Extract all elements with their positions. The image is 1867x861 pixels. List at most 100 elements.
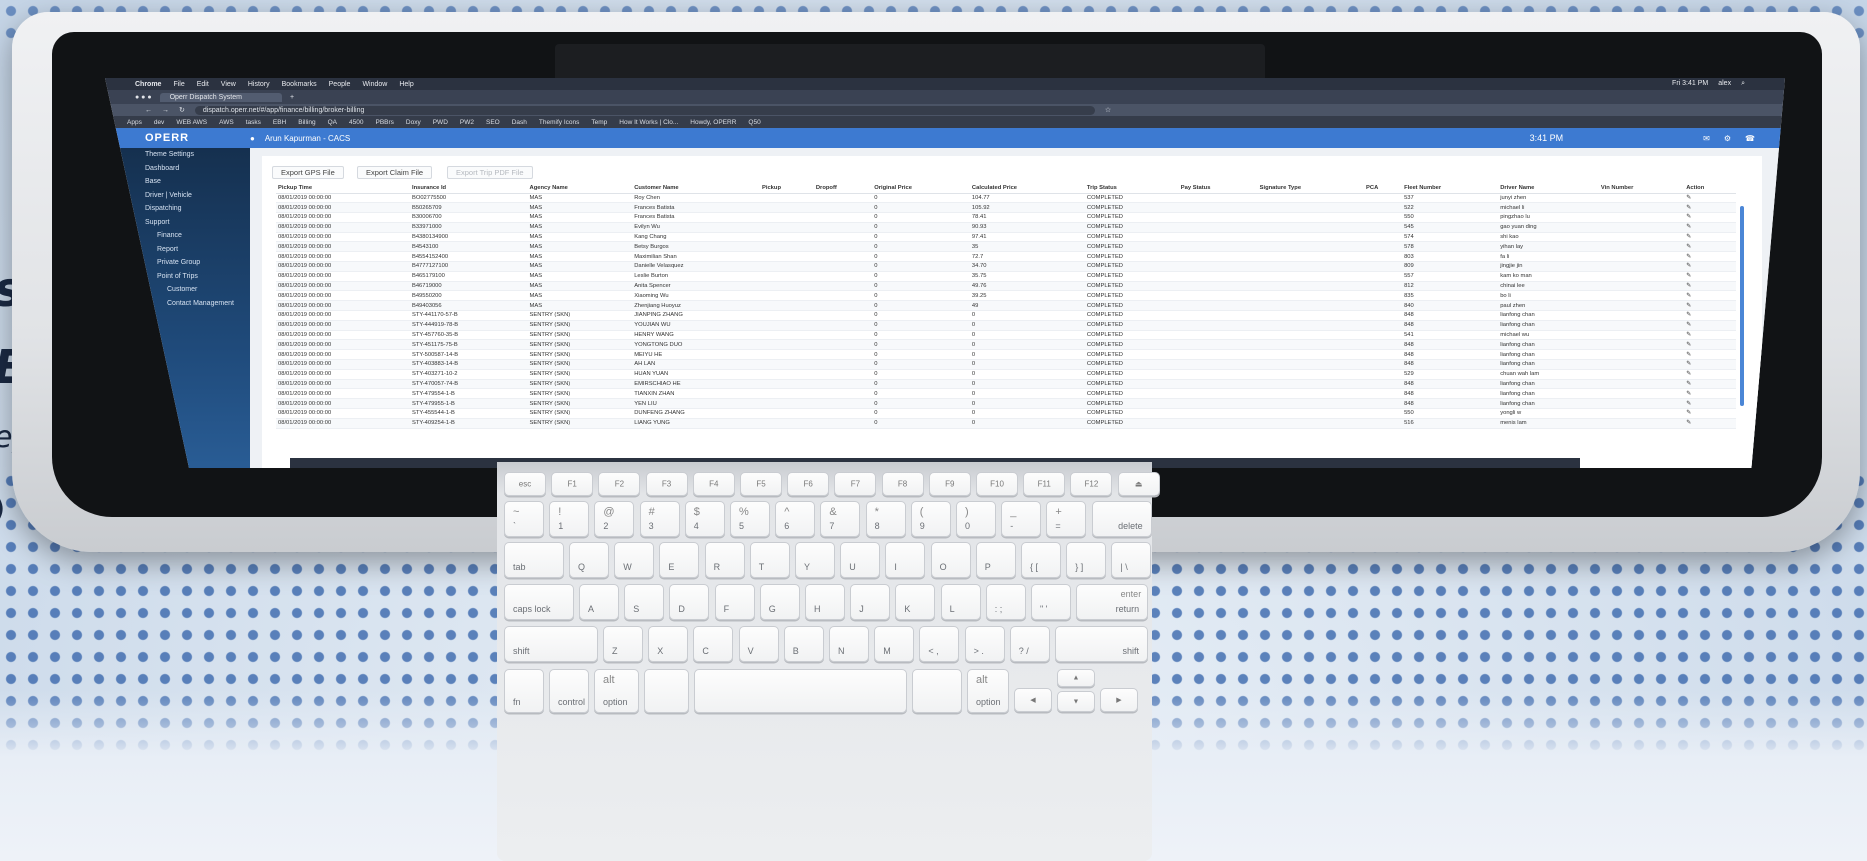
- bookmark-item[interactable]: Temp: [591, 119, 607, 126]
- sidebar-item[interactable]: Theme Settings: [105, 148, 250, 162]
- column-header[interactable]: Agency Name: [527, 184, 633, 194]
- number-key[interactable]: & 7: [820, 501, 861, 537]
- number-key[interactable]: @2: [594, 501, 635, 537]
- window-controls[interactable]: ● ● ●: [135, 94, 152, 101]
- reload-icon[interactable]: ↻: [179, 106, 185, 114]
- table-row[interactable]: 08/01/2019 00:00:00 STY-403883-14-B SENTRY…: [276, 359, 1736, 370]
- letter-key[interactable]: } ]: [1066, 542, 1107, 578]
- letter-key[interactable]: P: [975, 542, 1016, 578]
- option-left-key[interactable]: alt option: [594, 669, 639, 713]
- bookmark-item[interactable]: 4500: [349, 119, 363, 126]
- table-row[interactable]: 08/01/2019 00:00:00 BO02775500 MAS Roy Chen…: [276, 193, 1736, 204]
- browser-tab[interactable]: Operr Dispatch System: [159, 92, 282, 102]
- operr-logo[interactable]: OPERR: [105, 132, 250, 144]
- letter-key[interactable]: C: [693, 626, 734, 662]
- menu-window[interactable]: Window: [362, 81, 387, 88]
- scrollbar[interactable]: [1740, 206, 1744, 406]
- column-header[interactable]: Dropoff: [813, 184, 873, 194]
- table-row[interactable]: 08/01/2019 00:00:00 B49403056 MAS Zhenjiang…: [276, 300, 1736, 312]
- tab-key[interactable]: tab: [504, 542, 564, 578]
- export-claim-button[interactable]: Export Claim File: [357, 166, 433, 179]
- table-row[interactable]: 08/01/2019 00:00:00 B4543100 MAS Betsy Burg…: [276, 241, 1736, 253]
- letter-key[interactable]: S: [624, 584, 665, 620]
- edit-icon[interactable]: ✎: [1684, 330, 1736, 341]
- column-header[interactable]: Customer Name: [632, 184, 760, 194]
- letter-key[interactable]: { [: [1021, 542, 1061, 578]
- number-key[interactable]: _ -: [1001, 501, 1042, 537]
- bookmark-item[interactable]: Doxy: [406, 119, 421, 126]
- command-left-key[interactable]: [644, 669, 689, 713]
- letter-key[interactable]: F: [714, 584, 755, 620]
- column-header[interactable]: Fleet Number: [1402, 184, 1499, 194]
- menu-bookmarks[interactable]: Bookmarks: [282, 81, 317, 88]
- letter-key[interactable]: M: [874, 626, 915, 662]
- function-key[interactable]: F2: [598, 472, 641, 496]
- user-name[interactable]: Arun Kapurman - CACS: [255, 134, 350, 143]
- edit-icon[interactable]: ✎: [1684, 369, 1736, 380]
- bookmark-item[interactable]: PWD: [433, 119, 448, 126]
- shift-left-key[interactable]: shift: [504, 626, 598, 662]
- edit-icon[interactable]: ✎: [1684, 339, 1736, 351]
- column-header[interactable]: Vin Number: [1598, 184, 1685, 194]
- bookmark-item[interactable]: SEO: [486, 119, 500, 126]
- menu-chrome[interactable]: Chrome: [135, 81, 161, 88]
- arrow-left-key[interactable]: ◀: [1014, 688, 1052, 712]
- edit-icon[interactable]: ✎: [1684, 212, 1736, 223]
- function-key[interactable]: F5: [740, 472, 782, 496]
- table-row[interactable]: 08/01/2019 00:00:00 STY-479955-1-B SENTRY …: [276, 398, 1736, 410]
- letter-key[interactable]: R: [704, 542, 745, 578]
- address-bar[interactable]: dispatch.operr.net/#/app/finance/billing…: [194, 105, 1095, 115]
- edit-icon[interactable]: ✎: [1684, 310, 1736, 321]
- function-key[interactable]: ⏏: [1117, 472, 1160, 496]
- table-row[interactable]: 08/01/2019 00:00:00 B465179100 MAS Leslie B…: [276, 271, 1736, 282]
- table-row[interactable]: 08/01/2019 00:00:00 STY-444919-78-B SENTRY…: [276, 320, 1736, 331]
- settings-icon[interactable]: ⚙: [1724, 134, 1731, 143]
- export-trip-pdf-button[interactable]: Export Trip PDF File: [447, 166, 533, 179]
- table-row[interactable]: 08/01/2019 00:00:00 B4380134900 MAS Kang Ch…: [276, 232, 1736, 243]
- shift-right-key[interactable]: shift: [1055, 626, 1148, 662]
- space-bar[interactable]: [694, 669, 907, 713]
- column-header[interactable]: Pickup Time: [276, 184, 410, 194]
- edit-icon[interactable]: ✎: [1684, 398, 1736, 410]
- bookmark-item[interactable]: How It Works | Clo...: [619, 119, 678, 126]
- table-row[interactable]: 08/01/2019 00:00:00 STY-403271-10-2 SENTRY…: [276, 369, 1736, 380]
- arrow-down-key[interactable]: ▼: [1057, 691, 1095, 712]
- table-row[interactable]: 08/01/2019 00:00:00 B33971000 MAS Evilyn Wu…: [276, 222, 1736, 233]
- function-key[interactable]: F6: [787, 472, 830, 496]
- letter-key[interactable]: T: [749, 542, 790, 578]
- number-key[interactable]: + =: [1046, 501, 1087, 537]
- column-header[interactable]: Original Price: [872, 184, 970, 194]
- table-row[interactable]: 08/01/2019 00:00:00 STY-409254-1-B SENTRY …: [276, 418, 1736, 429]
- letter-key[interactable]: > .: [964, 626, 1005, 662]
- column-header[interactable]: Trip Status: [1084, 184, 1179, 194]
- function-key[interactable]: F8: [881, 472, 924, 496]
- table-row[interactable]: 08/01/2019 00:00:00 STY-470057-74-B SENTRY…: [276, 379, 1736, 390]
- edit-icon[interactable]: ✎: [1684, 290, 1736, 302]
- function-key[interactable]: F11: [1023, 472, 1066, 496]
- bookmark-item[interactable]: Billing: [298, 119, 315, 126]
- arrow-up-key[interactable]: ▲: [1057, 669, 1095, 687]
- table-row[interactable]: 08/01/2019 00:00:00 B4554152400 MAS Maximil…: [276, 251, 1736, 263]
- letter-key[interactable]: ? /: [1009, 626, 1050, 662]
- menu-history[interactable]: History: [248, 81, 270, 88]
- phone-icon[interactable]: ☎: [1745, 134, 1755, 143]
- edit-icon[interactable]: ✎: [1684, 271, 1736, 282]
- bookmark-item[interactable]: dev: [154, 119, 164, 126]
- new-tab-button[interactable]: +: [290, 94, 294, 101]
- bookmark-star-icon[interactable]: ☆: [1105, 106, 1111, 114]
- bookmark-item[interactable]: Apps: [127, 119, 142, 126]
- function-key[interactable]: F1: [551, 472, 594, 496]
- menubar-account[interactable]: alex: [1718, 80, 1731, 88]
- column-header[interactable]: Insurance Id: [409, 184, 528, 194]
- sidebar-item[interactable]: Dashboard: [105, 162, 250, 176]
- function-key[interactable]: F4: [692, 472, 735, 496]
- caps-lock-key[interactable]: caps lock: [504, 584, 574, 620]
- arrow-right-key[interactable]: ▶: [1100, 688, 1138, 712]
- letter-key[interactable]: W: [614, 542, 655, 578]
- menu-edit[interactable]: Edit: [197, 81, 209, 88]
- chat-icon[interactable]: ✉: [1703, 134, 1710, 143]
- function-key[interactable]: F3: [645, 472, 688, 496]
- letter-key[interactable]: < ,: [919, 626, 960, 662]
- edit-icon[interactable]: ✎: [1684, 388, 1736, 400]
- table-row[interactable]: 08/01/2019 00:00:00 STY-441170-57-B SENTRY…: [276, 310, 1736, 321]
